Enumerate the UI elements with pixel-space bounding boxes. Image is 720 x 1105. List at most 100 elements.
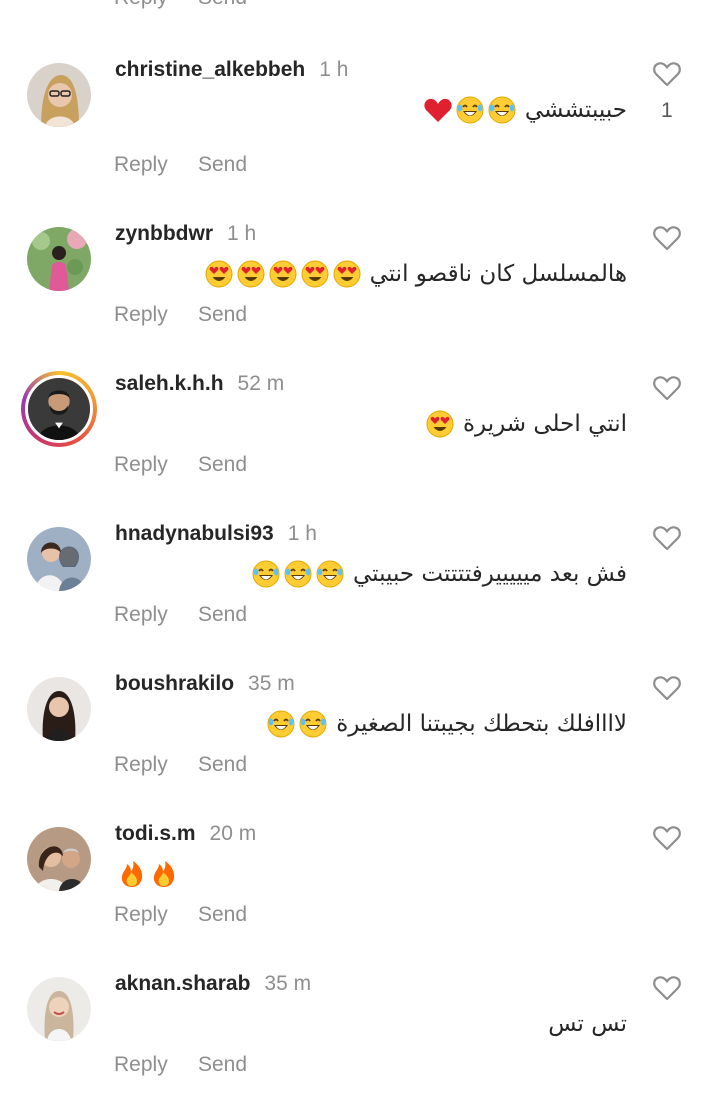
emoji-row [421,95,517,125]
username[interactable]: christine_alkebbeh [115,57,305,83]
comment-actions: Reply Send [114,753,247,779]
avatar[interactable] [27,63,91,127]
comment-body: فش بعد ميييييرفتتتتت حبيبتي [352,561,627,587]
emoji-row [423,409,455,439]
heart-eyes-emoji-icon [301,260,329,288]
comment-header: aknan.sharab 35 m [115,971,311,997]
avatar-photo-icon [27,527,91,591]
send-button[interactable]: Send [198,603,247,629]
comment-text: فش بعد ميييييرفتتتتت حبيبتي [249,554,627,594]
comment-header: hnadynabulsi93 1 h [115,521,317,547]
laughing-emoji-icon [456,96,484,124]
comments-screen: Reply Send christine_alkebbeh 1 h حبيبتش… [0,0,720,1105]
comment-body: لاااافلك بتحطك بجيبتنا الصغيرة [336,711,627,737]
avatar-photo-icon [27,227,91,291]
reply-button[interactable]: Reply [114,453,198,479]
comment-item: christine_alkebbeh 1 h حبيبتششي 1 Reply … [0,54,720,204]
reply-button[interactable]: Reply [114,1053,198,1079]
like-heart-icon[interactable] [652,60,682,88]
comment-item: boushrakilo 35 m لاااافلك بتحطك بجيبتنا … [0,668,720,818]
send-button[interactable]: Send [198,453,247,479]
username[interactable]: zynbbdwr [115,221,213,247]
heart-eyes-emoji-icon [333,260,361,288]
timestamp: 52 m [237,372,285,395]
like-heart-icon[interactable] [652,824,682,852]
username[interactable]: todi.s.m [115,821,196,847]
comment-actions: Reply Send [114,153,247,179]
timestamp: 1 h [319,58,349,81]
avatar[interactable] [27,227,91,291]
reply-button[interactable]: Reply [114,903,198,929]
comment-text [115,854,179,894]
comment-item: zynbbdwr 1 h هالمسلسل كان ناقصو انتي Rep… [0,218,720,368]
timestamp: 1 h [287,522,317,545]
avatar-photo-icon [27,977,91,1041]
comment-text: لاااافلك بتحطك بجيبتنا الصغيرة [264,704,627,744]
avatar[interactable] [27,527,91,591]
heart-eyes-emoji-icon [426,410,454,438]
avatar[interactable] [27,977,91,1041]
avatar[interactable] [27,677,91,741]
emoji-row [249,559,345,589]
avatar-with-story-ring[interactable] [21,371,97,447]
fire-emoji-icon [153,861,175,887]
send-button[interactable]: Send [198,0,247,10]
comment-body: هالمسلسل كان ناقصو انتي [369,261,627,287]
avatar-photo-icon [28,378,90,440]
timestamp: 35 m [264,972,312,995]
send-button[interactable]: Send [198,153,247,179]
comment-actions: Reply Send [114,603,247,629]
send-button[interactable]: Send [198,903,247,929]
laughing-emoji-icon [316,560,344,588]
comment-body: تس تس [548,1011,627,1037]
red-heart-emoji-icon [424,98,452,122]
avatar[interactable] [27,827,91,891]
like-heart-icon[interactable] [652,524,682,552]
comment-header: zynbbdwr 1 h [115,221,256,247]
laughing-emoji-icon [284,560,312,588]
like-heart-icon[interactable] [652,674,682,702]
like-heart-icon[interactable] [652,224,682,252]
comment-text: تس تس [548,1004,627,1044]
heart-eyes-emoji-icon [205,260,233,288]
reply-button[interactable]: Reply [114,753,198,779]
like-heart-icon[interactable] [652,974,682,1002]
comment-header: todi.s.m 20 m [115,821,256,847]
like-heart-icon[interactable] [652,374,682,402]
send-button[interactable]: Send [198,1053,247,1079]
username[interactable]: boushrakilo [115,671,234,697]
comment-item: aknan.sharab 35 m تس تس Reply Send [0,968,720,1105]
reply-button[interactable]: Reply [114,153,198,179]
comment-body: حبيبتششي [524,97,627,123]
like-count[interactable]: 1 [661,99,673,123]
send-button[interactable]: Send [198,753,247,779]
comment-header: saleh.k.h.h 52 m [115,371,284,397]
avatar-photo-icon [27,677,91,741]
comment-item: hnadynabulsi93 1 h فش بعد ميييييرفتتتتت … [0,518,720,668]
comment-text: حبيبتششي [421,90,627,130]
laughing-emoji-icon [267,710,295,738]
emoji-row [264,709,328,739]
reply-button[interactable]: Reply [114,603,198,629]
comment-item: saleh.k.h.h 52 m انتي احلى شريرة Reply S… [0,368,720,518]
reply-button[interactable]: Reply [114,303,198,329]
heart-eyes-emoji-icon [237,260,265,288]
comment-actions: Reply Send [114,303,247,329]
username[interactable]: saleh.k.h.h [115,371,224,397]
avatar-photo-icon [27,827,91,891]
comment-header: christine_alkebbeh 1 h [115,57,348,83]
emoji-row [202,259,362,289]
reply-button[interactable]: Reply [114,0,198,10]
comment-actions: Reply Send [114,453,247,479]
timestamp: 1 h [227,222,257,245]
laughing-emoji-icon [488,96,516,124]
comment-text: انتي احلى شريرة [423,404,627,444]
laughing-emoji-icon [299,710,327,738]
send-button[interactable]: Send [198,303,247,329]
avatar-photo-icon [27,63,91,127]
comment-actions: Reply Send [114,1053,247,1079]
fire-emoji-icon [121,861,143,887]
heart-eyes-emoji-icon [269,260,297,288]
username[interactable]: hnadynabulsi93 [115,521,274,547]
username[interactable]: aknan.sharab [115,971,250,997]
